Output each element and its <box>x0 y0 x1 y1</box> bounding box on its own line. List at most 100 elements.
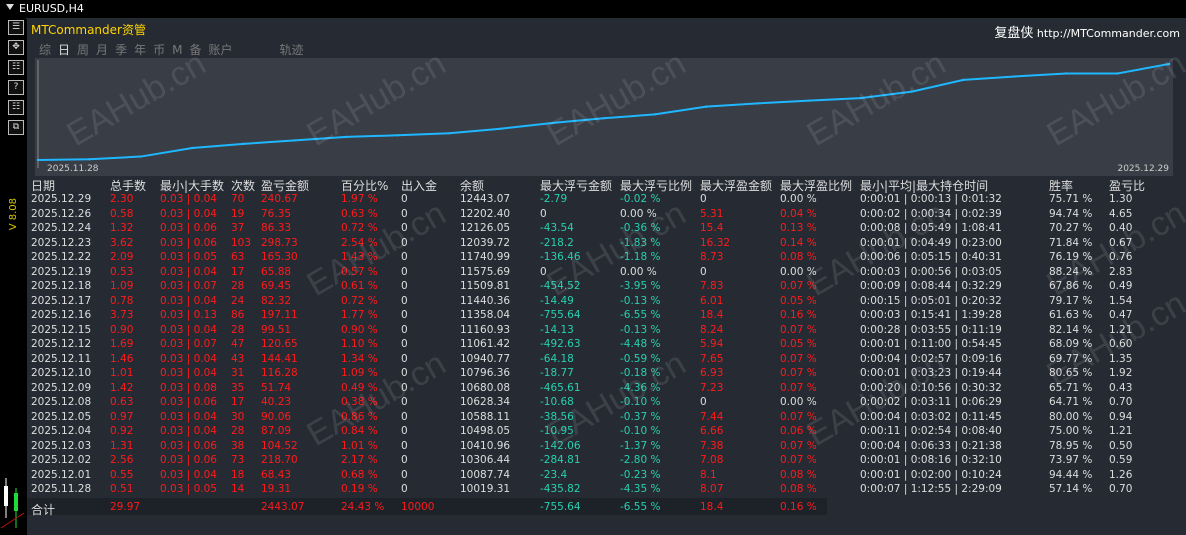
cell-min-max-lots: 0.03 | 0.04 <box>160 367 217 379</box>
header-hold-time[interactable]: 最小|平均|最大持仓时间 <box>860 177 988 194</box>
cell-max-float-loss: -23.4 <box>540 468 568 481</box>
equity-point-8 <box>448 132 451 135</box>
header-date[interactable]: 日期 <box>31 177 55 194</box>
list-icon[interactable]: ☷ <box>8 60 24 75</box>
cell-max-float-loss-pct: -0.23 % <box>620 468 661 481</box>
cell-pnl: 19.31 <box>261 483 292 495</box>
cell-date: 2025.12.26 <box>31 207 92 220</box>
cell-count: 24 <box>231 294 245 307</box>
cell-max-float-loss-pct: -4.35 % <box>620 483 661 495</box>
window-menu-arrow-icon[interactable] <box>6 4 14 10</box>
equity-point-2 <box>139 155 143 158</box>
cell-min-max-lots: 0.03 | 0.07 <box>160 338 217 350</box>
tab-2[interactable]: 周 <box>77 41 89 58</box>
cell-count: 37 <box>231 222 245 234</box>
cell-deposit: 0 <box>401 338 408 350</box>
equity-point-0 <box>36 158 40 162</box>
cell-balance: 12126.05 <box>460 222 511 234</box>
cell-total-lots: 3.62 <box>110 236 134 249</box>
cell-min-max-lots: 0.03 | 0.06 <box>160 236 217 249</box>
cell-percent: 1.09 % <box>341 367 378 379</box>
header-min-max-lots[interactable]: 最小|大手数 <box>160 177 224 194</box>
tab-6[interactable]: 币 <box>153 41 165 58</box>
header-winrate[interactable]: 胜率 <box>1049 177 1073 194</box>
cell-count: 28 <box>231 323 245 336</box>
cell-max-float-profit: 18.4 <box>700 309 724 321</box>
header-percent[interactable]: 百分比% <box>341 177 388 194</box>
cell-deposit: 0 <box>401 193 408 205</box>
equity-point-3 <box>191 146 194 150</box>
cell-total-lots: 2.30 <box>110 193 134 205</box>
header-count[interactable]: 次数 <box>231 177 255 194</box>
cell-total-lots: 2.56 <box>110 454 134 466</box>
cell-count: 63 <box>231 251 245 263</box>
cell-count: 103 <box>231 236 252 249</box>
cell-max-float-loss: -64.18 <box>540 352 574 365</box>
cell-pnl: 165.30 <box>261 251 298 263</box>
header-pl-ratio[interactable]: 盈亏比 <box>1109 177 1145 194</box>
cell-date: 2025.12.29 <box>31 193 92 205</box>
header-pnl[interactable]: 盈亏金额 <box>261 177 309 194</box>
cell-deposit: 0 <box>401 454 408 466</box>
cell-min-max-lots: 0.03 | 0.08 <box>160 381 217 394</box>
cell-max-float-loss-pct: -6.55 % <box>620 309 661 321</box>
cell-count: 31 <box>231 367 245 379</box>
cell-hold-time: 0:00:07 | 1:12:55 | 2:29:09 <box>860 483 1002 495</box>
tab-1[interactable]: 日 <box>58 41 70 58</box>
tab-0[interactable]: 综 <box>39 41 51 58</box>
cell-winrate: 73.97 % <box>1049 454 1093 466</box>
cell-hold-time: 0:00:11 | 0:02:54 | 0:08:40 <box>860 425 1002 437</box>
cell-max-float-loss-pct: -2.80 % <box>620 454 661 466</box>
cell-pnl: 104.52 <box>261 439 298 452</box>
header-max-float-loss[interactable]: 最大浮亏金额 <box>540 177 612 194</box>
cell-min-max-lots: 0.03 | 0.06 <box>160 222 217 234</box>
menu-icon[interactable]: ☰ <box>8 20 24 35</box>
equity-point-15 <box>807 99 811 102</box>
tab-5[interactable]: 年 <box>134 41 146 58</box>
cell-percent: 1.01 % <box>341 439 378 452</box>
brand-right-url[interactable]: http://MTCommander.com <box>1037 27 1180 40</box>
tab-3[interactable]: 月 <box>96 41 108 58</box>
version-label: V 8.08 <box>8 198 19 231</box>
cell-date: 2025.12.24 <box>31 222 92 234</box>
cell-pl-ratio: 0.49 <box>1109 280 1133 292</box>
cell-deposit: 0 <box>401 410 408 423</box>
cell-max-float-profit-pct: 0.07 % <box>780 323 817 336</box>
equity-point-13 <box>705 105 708 108</box>
cell-percent: 1.10 % <box>341 338 378 350</box>
cell-min-max-lots: 0.03 | 0.07 <box>160 280 217 292</box>
equity-point-9 <box>499 127 502 130</box>
cell-count: 43 <box>231 352 245 365</box>
header-max-float-profit[interactable]: 最大浮盈金额 <box>700 177 772 194</box>
cell-pl-ratio: 0.43 <box>1109 381 1133 394</box>
equity-point-18 <box>962 78 965 82</box>
cell-date: 2025.12.01 <box>31 468 92 481</box>
window-icon[interactable]: ⧉ <box>8 120 24 135</box>
cell-max-float-profit: 5.31 <box>700 207 724 220</box>
tab-4[interactable]: 季 <box>115 41 127 58</box>
tab-9[interactable]: 账户 <box>208 41 232 58</box>
cell-total-lots: 0.53 <box>110 265 134 278</box>
cell-total-lots: 1.42 <box>110 381 134 394</box>
cell-percent: 1.97 % <box>341 193 378 205</box>
header-deposit[interactable]: 出入金 <box>401 177 437 194</box>
cell-percent: 0.63 % <box>341 207 378 220</box>
grid-icon[interactable]: ☷ <box>8 100 24 115</box>
cell-count: 18 <box>231 468 245 481</box>
equity-point-12 <box>653 113 657 116</box>
cell-percent: 2.17 % <box>341 454 378 466</box>
cell-max-float-profit-pct: 0.07 % <box>780 454 817 466</box>
cell-max-float-profit: 6.93 <box>700 367 724 379</box>
tab-10[interactable]: 轨迹 <box>280 41 304 58</box>
help-icon[interactable]: ? <box>8 80 24 95</box>
cell-hold-time: 0:00:28 | 0:03:55 | 0:11:19 <box>860 323 1002 336</box>
cell-deposit: 0 <box>401 265 408 278</box>
header-max-float-profit-pct[interactable]: 最大浮盈比例 <box>780 177 852 194</box>
cell-winrate: 94.74 % <box>1049 207 1093 220</box>
header-max-float-loss-pct[interactable]: 最大浮亏比例 <box>620 177 692 194</box>
move-icon[interactable]: ✥ <box>8 40 24 55</box>
cell-max-float-loss-pct: -1.37 % <box>620 439 661 452</box>
header-total-lots[interactable]: 总手数 <box>110 177 146 194</box>
header-balance[interactable]: 余额 <box>460 177 484 194</box>
total-max-float-loss-pct: -6.55 % <box>620 501 661 513</box>
